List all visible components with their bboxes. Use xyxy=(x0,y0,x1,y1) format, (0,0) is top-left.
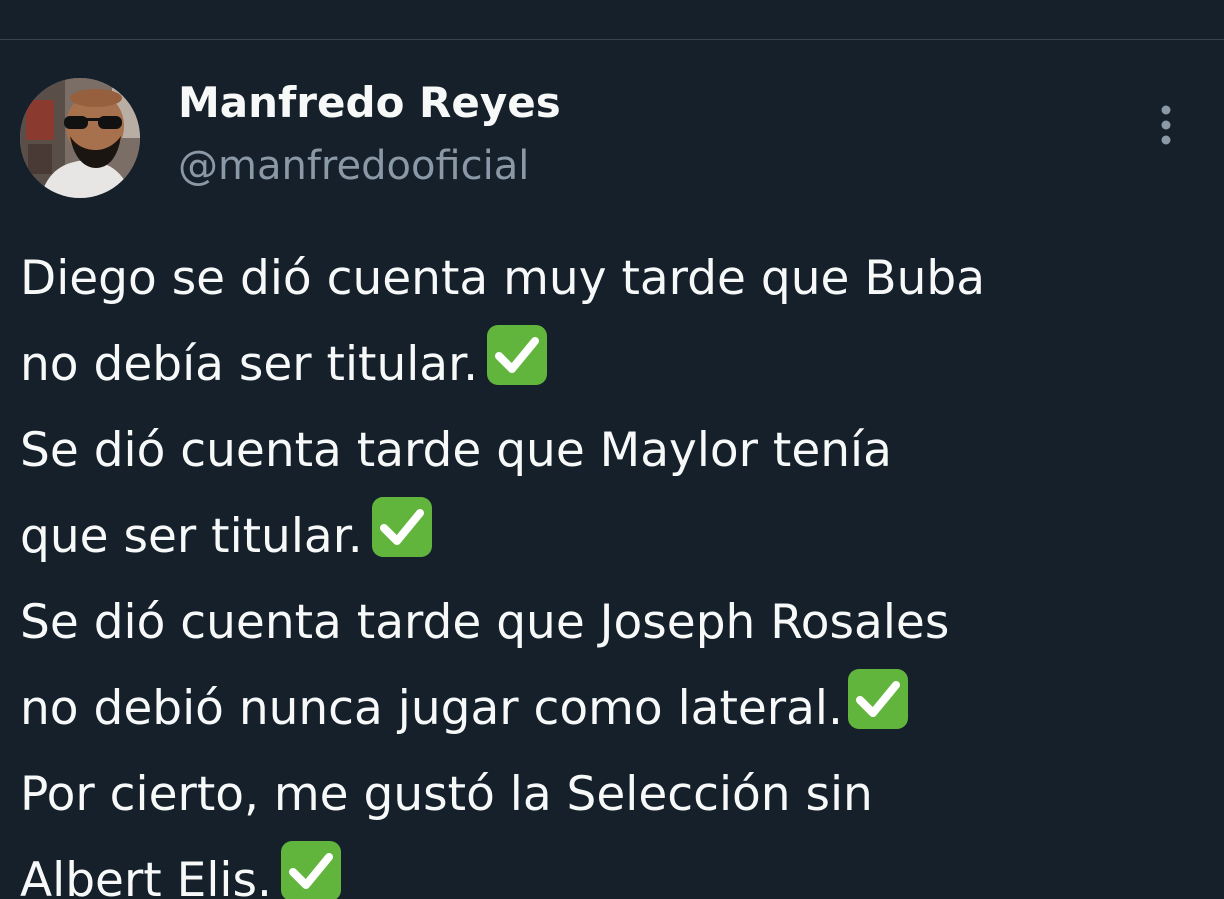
more-vertical-icon[interactable] xyxy=(1146,104,1186,148)
check-mark-icon xyxy=(369,494,435,560)
tweet-line: no debía ser titular. xyxy=(20,322,1210,408)
tweet-text: Diego se dió cuenta muy tarde que Buba n… xyxy=(20,236,1210,899)
check-mark-icon xyxy=(845,666,911,732)
author-name[interactable]: Manfredo Reyes xyxy=(178,74,561,132)
tweet-line: Se dió cuenta tarde que Joseph Rosales xyxy=(20,595,950,650)
avatar[interactable] xyxy=(20,78,140,198)
check-mark-icon xyxy=(278,838,344,899)
avatar-image xyxy=(20,78,140,198)
divider xyxy=(0,39,1224,40)
tweet-line: Diego se dió cuenta muy tarde que Buba xyxy=(20,251,986,306)
tweet-line: Se dió cuenta tarde que Maylor tenía xyxy=(20,423,892,478)
check-mark-icon xyxy=(484,322,550,388)
top-bar xyxy=(0,0,1224,39)
tweet-line: Por cierto, me gustó la Selección sin xyxy=(20,767,873,822)
tweet-screenshot: Manfredo Reyes @manfredooficial Diego se… xyxy=(0,0,1224,899)
tweet-line: no debió nunca jugar como lateral. xyxy=(20,666,1210,752)
tweet-line: Albert Elis. xyxy=(20,838,1210,899)
tweet-line: que ser titular. xyxy=(20,494,1210,580)
author-handle[interactable]: @manfredooficial xyxy=(178,138,529,194)
